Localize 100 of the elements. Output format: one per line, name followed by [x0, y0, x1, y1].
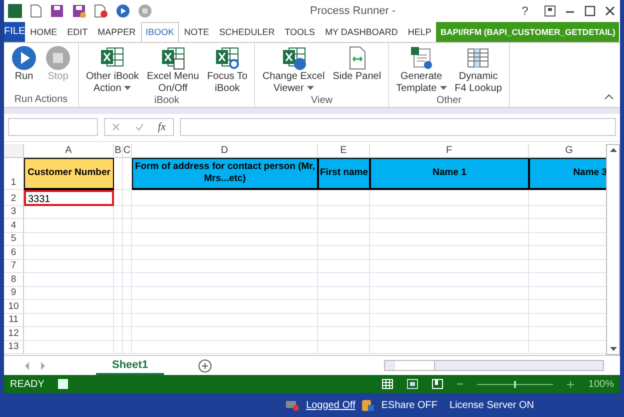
table-cell[interactable]: [318, 219, 370, 233]
header-cell[interactable]: Customer Number: [24, 158, 114, 190]
page-break-icon[interactable]: [432, 379, 444, 390]
scroll-down-icon[interactable]: [610, 347, 616, 352]
header-cell[interactable]: Name 1: [370, 158, 529, 190]
ribbon-button[interactable]: Dynamic F4 Lookup: [452, 44, 505, 95]
ribbon-button[interactable]: Side Panel: [330, 44, 384, 95]
table-cell[interactable]: [318, 340, 370, 354]
cancel-icon[interactable]: [112, 123, 120, 132]
ribbon-button[interactable]: Run: [8, 44, 40, 94]
table-cell[interactable]: [318, 206, 370, 220]
header-cell[interactable]: Form of address for contact person (Mr, Mrs...etc): [132, 158, 318, 190]
close-icon[interactable]: [604, 4, 616, 17]
table-cell[interactable]: [132, 327, 318, 341]
ribbon-display-icon[interactable]: [544, 4, 556, 17]
table-cell[interactable]: [24, 286, 114, 300]
ribbon-button[interactable]: Change Excel Viewer: [259, 44, 328, 95]
normal-view-icon[interactable]: [382, 379, 394, 390]
row-header[interactable]: 7: [4, 260, 24, 274]
scroll-up-icon[interactable]: [610, 148, 616, 152]
save-as-icon[interactable]: [72, 4, 86, 18]
table-cell[interactable]: [114, 232, 123, 246]
table-cell[interactable]: [370, 340, 529, 354]
column-header[interactable]: F: [370, 144, 529, 158]
column-header[interactable]: D: [132, 144, 318, 158]
table-cell[interactable]: [318, 327, 370, 341]
check-icon[interactable]: [134, 123, 144, 132]
vertical-scrollbar[interactable]: [606, 144, 620, 356]
table-cell[interactable]: [114, 219, 123, 233]
table-cell[interactable]: [24, 246, 114, 260]
table-cell[interactable]: [123, 232, 132, 246]
column-header[interactable]: G: [529, 144, 606, 158]
table-cell[interactable]: [370, 246, 529, 260]
play-icon[interactable]: [116, 4, 130, 18]
zoom-in-icon[interactable]: [567, 380, 574, 388]
table-cell[interactable]: 3331: [24, 190, 114, 206]
table-cell[interactable]: [370, 232, 529, 246]
table-cell[interactable]: [132, 246, 318, 260]
table-cell[interactable]: [370, 327, 529, 341]
file-tab[interactable]: FILE: [4, 22, 26, 42]
table-cell[interactable]: [114, 300, 123, 314]
table-cell[interactable]: [114, 273, 123, 287]
table-cell[interactable]: [123, 340, 132, 354]
table-cell[interactable]: [24, 340, 114, 354]
column-header[interactable]: B: [114, 144, 123, 158]
table-cell[interactable]: [132, 190, 318, 206]
context-tab[interactable]: BAPI/RFM (BAPI_CUSTOMER_GETDETAIL): [436, 22, 620, 42]
table-cell[interactable]: [132, 273, 318, 287]
zoom-slider-thumb[interactable]: [514, 380, 516, 388]
table-cell[interactable]: [370, 190, 529, 206]
table-cell[interactable]: [123, 246, 132, 260]
table-cell[interactable]: [370, 300, 529, 314]
page-layout-icon[interactable]: [407, 379, 418, 390]
table-cell[interactable]: [123, 219, 132, 233]
table-cell[interactable]: [24, 273, 114, 287]
table-cell[interactable]: [123, 300, 132, 314]
table-cell[interactable]: [24, 260, 114, 274]
maximize-icon[interactable]: [584, 4, 596, 17]
table-cell[interactable]: [132, 300, 318, 314]
ribbon-button[interactable]: Focus To iBook: [204, 44, 250, 95]
table-cell[interactable]: [123, 273, 132, 287]
table-cell[interactable]: [132, 219, 318, 233]
row-header[interactable]: 12: [4, 327, 24, 341]
table-cell[interactable]: [132, 206, 318, 220]
select-all-corner[interactable]: [4, 144, 24, 158]
table-cell[interactable]: [132, 260, 318, 274]
table-cell[interactable]: [318, 246, 370, 260]
horizontal-scrollbar[interactable]: [384, 360, 604, 372]
table-cell[interactable]: [132, 232, 318, 246]
ribbon-tab[interactable]: IBOOK: [140, 22, 180, 42]
table-cell[interactable]: [318, 300, 370, 314]
stop-icon[interactable]: [138, 4, 152, 18]
row-header[interactable]: 3: [4, 206, 24, 220]
table-cell[interactable]: [114, 260, 123, 274]
add-sheet-icon[interactable]: [198, 358, 212, 373]
table-cell[interactable]: [114, 190, 123, 206]
login-status-link[interactable]: Logged Off: [306, 400, 356, 410]
formula-input[interactable]: [180, 118, 616, 136]
table-cell[interactable]: [318, 260, 370, 274]
scroll-left-icon[interactable]: [24, 362, 30, 370]
close-document-icon[interactable]: [94, 4, 108, 18]
ribbon-button[interactable]: Generate Template: [393, 44, 450, 95]
table-cell[interactable]: [370, 206, 529, 220]
row-header[interactable]: 6: [4, 246, 24, 260]
document-icon[interactable]: [30, 4, 42, 18]
row-header[interactable]: 9: [4, 286, 24, 300]
table-cell[interactable]: [24, 232, 114, 246]
table-cell[interactable]: [24, 327, 114, 341]
ribbon-button[interactable]: Other iBook Action: [83, 44, 142, 95]
collapse-ribbon-icon[interactable]: [604, 92, 614, 101]
row-header[interactable]: 2: [4, 190, 24, 206]
table-cell[interactable]: [114, 246, 123, 260]
table-cell[interactable]: [24, 314, 114, 328]
table-cell[interactable]: [24, 219, 114, 233]
table-cell[interactable]: [318, 190, 370, 206]
row-header[interactable]: 13: [4, 340, 24, 354]
row-header[interactable]: 4: [4, 219, 24, 233]
save-icon[interactable]: [50, 4, 64, 18]
table-cell[interactable]: [370, 219, 529, 233]
row-header[interactable]: 11: [4, 314, 24, 328]
